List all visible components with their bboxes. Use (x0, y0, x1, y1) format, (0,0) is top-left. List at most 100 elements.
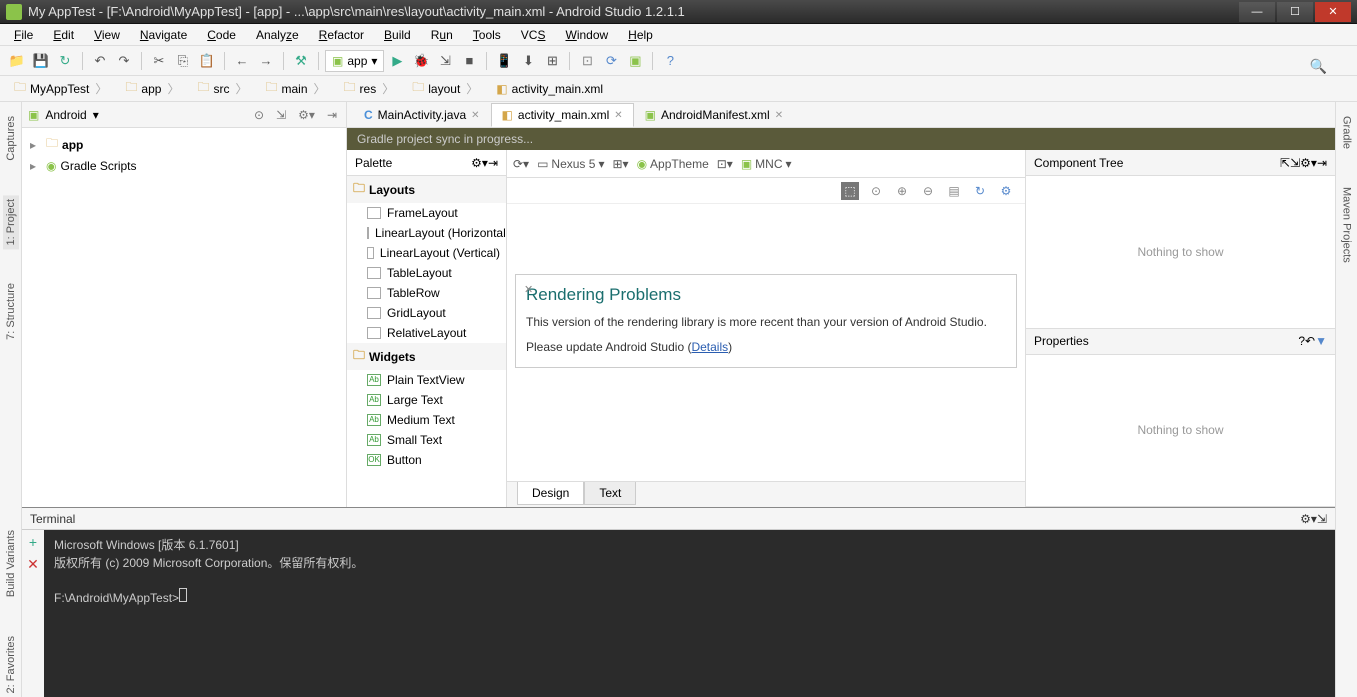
structure-icon[interactable]: ⊡ (576, 50, 598, 72)
rail-favorites[interactable]: 2: Favorites (3, 632, 19, 697)
palette-item[interactable]: TableLayout (347, 263, 506, 283)
details-link[interactable]: Details (691, 340, 728, 354)
menu-analyze[interactable]: Analyze (248, 26, 307, 44)
gear-icon[interactable]: ⚙▾ (1300, 512, 1317, 526)
crumb-layout[interactable]: 🗀layout〉 (404, 76, 486, 101)
scroll-from-source-icon[interactable]: ⊙ (251, 108, 267, 122)
config-icon[interactable]: ⊞▾ (612, 157, 628, 171)
back-icon[interactable]: ← (231, 50, 253, 72)
hide-icon[interactable]: ⇥ (488, 156, 498, 170)
close-icon[interactable]: ✕ (471, 110, 479, 121)
tab-manifest[interactable]: ▣AndroidManifest.xml✕ (634, 103, 794, 127)
menu-file[interactable]: File (6, 26, 41, 44)
clipboard-icon[interactable]: ▤ (945, 182, 963, 200)
gear-icon[interactable]: ⚙▾ (295, 108, 318, 122)
menu-window[interactable]: Window (557, 26, 616, 44)
expand-arrow-icon[interactable]: ▸ (30, 138, 42, 152)
crumb-res[interactable]: 🗀res〉 (336, 76, 403, 101)
gear-icon[interactable]: ⚙ (997, 182, 1015, 200)
rail-maven[interactable]: Maven Projects (1339, 183, 1355, 267)
select-tool-icon[interactable]: ⬚ (841, 182, 859, 200)
orientation-icon[interactable]: ⟳▾ (513, 157, 529, 171)
rail-build-variants[interactable]: Build Variants (3, 526, 19, 601)
rail-captures[interactable]: Captures (3, 112, 19, 165)
make-icon[interactable]: ⚒ (290, 50, 312, 72)
forward-icon[interactable]: → (255, 50, 277, 72)
undo-icon[interactable]: ↶ (1305, 334, 1315, 348)
menu-navigate[interactable]: Navigate (132, 26, 195, 44)
redo-icon[interactable]: ↷ (113, 50, 135, 72)
design-tab[interactable]: Design (517, 482, 584, 505)
palette-item[interactable]: AbLarge Text (347, 390, 506, 410)
search-icon[interactable]: 🔍 (1310, 58, 1327, 75)
android-monitor-icon[interactable]: ▣ (624, 50, 646, 72)
tab-mainactivity[interactable]: CMainActivity.java✕ (353, 103, 491, 127)
expand-icon[interactable]: ⇱ (1280, 156, 1290, 170)
expand-arrow-icon[interactable]: ▸ (30, 159, 42, 173)
palette-item[interactable]: OKButton (347, 450, 506, 470)
close-icon[interactable]: ✕ (27, 556, 39, 573)
locale-icon[interactable]: ⊡▾ (717, 157, 733, 171)
hide-icon[interactable]: ⇥ (324, 108, 340, 122)
avd-icon[interactable]: 📱 (493, 50, 515, 72)
terminal-content[interactable]: Microsoft Windows [版本 6.1.7601] 版权所有 (c)… (44, 530, 1335, 697)
palette-item[interactable]: TableRow (347, 283, 506, 303)
design-canvas[interactable]: ✕ Rendering Problems This version of the… (507, 204, 1025, 481)
hide-icon[interactable]: ⇲ (1317, 512, 1327, 526)
paste-icon[interactable]: 📋 (196, 50, 218, 72)
menu-edit[interactable]: Edit (45, 26, 82, 44)
collapse-icon[interactable]: ⇲ (1290, 156, 1300, 170)
device-selector[interactable]: ▭ Nexus 5▾ (537, 157, 604, 171)
crumb-file[interactable]: ◧activity_main.xml (488, 80, 611, 98)
close-icon[interactable]: ✕ (775, 110, 783, 121)
filter-icon[interactable]: ▼ (1315, 334, 1327, 348)
minimize-button[interactable]: — (1239, 2, 1275, 22)
add-icon[interactable]: + (29, 534, 37, 550)
gear-icon[interactable]: ⚙▾ (471, 156, 488, 170)
palette-item[interactable]: FrameLayout (347, 203, 506, 223)
help-icon[interactable]: ? (659, 50, 681, 72)
menu-code[interactable]: Code (199, 26, 244, 44)
menu-refactor[interactable]: Refactor (311, 26, 372, 44)
crumb-project[interactable]: 🗀MyAppTest〉 (6, 76, 115, 101)
menu-tools[interactable]: Tools (465, 26, 509, 44)
tree-item-gradle[interactable]: ▸ ◉ Gradle Scripts (26, 157, 342, 175)
rail-project[interactable]: 1: Project (3, 195, 19, 249)
text-tab[interactable]: Text (584, 482, 636, 505)
sync-icon[interactable]: ↻ (54, 50, 76, 72)
hide-icon[interactable]: ⇥ (1317, 156, 1327, 170)
project-view-mode[interactable]: Android (45, 108, 86, 122)
palette-item[interactable]: LinearLayout (Horizontal) (347, 223, 506, 243)
palette-item[interactable]: AbMedium Text (347, 410, 506, 430)
palette-item[interactable]: LinearLayout (Vertical) (347, 243, 506, 263)
close-icon[interactable]: ✕ (614, 110, 622, 121)
zoom-out-icon[interactable]: ⊖ (919, 182, 937, 200)
undo-icon[interactable]: ↶ (89, 50, 111, 72)
attach-icon[interactable]: ⇲ (434, 50, 456, 72)
menu-vcs[interactable]: VCS (513, 26, 554, 44)
menu-run[interactable]: Run (423, 26, 461, 44)
zoom-in-icon[interactable]: ⊕ (893, 182, 911, 200)
tab-activity-main[interactable]: ◧activity_main.xml✕ (491, 103, 634, 127)
api-selector[interactable]: ▣ MNC▾ (741, 157, 792, 171)
close-icon[interactable]: ✕ (524, 281, 533, 300)
stop-icon[interactable]: ■ (458, 50, 480, 72)
run-icon[interactable]: ▶ (386, 50, 408, 72)
sync-gradle-icon[interactable]: ⟳ (600, 50, 622, 72)
ddms-icon[interactable]: ⊞ (541, 50, 563, 72)
crumb-main[interactable]: 🗀main〉 (257, 76, 333, 101)
help-icon[interactable]: ? (1298, 334, 1305, 348)
rail-gradle[interactable]: Gradle (1339, 112, 1355, 153)
palette-group-widgets[interactable]: 🗀Widgets (347, 343, 506, 370)
palette-item[interactable]: AbPlain TextView (347, 370, 506, 390)
zoom-actual-icon[interactable]: ⊙ (867, 182, 885, 200)
cut-icon[interactable]: ✂ (148, 50, 170, 72)
rail-structure[interactable]: 7: Structure (3, 279, 19, 344)
chevron-down-icon[interactable]: ▾ (93, 108, 99, 122)
close-button[interactable]: ✕ (1315, 2, 1351, 22)
refresh-icon[interactable]: ↻ (971, 182, 989, 200)
palette-group-layouts[interactable]: 🗀Layouts (347, 176, 506, 203)
gear-icon[interactable]: ⚙▾ (1300, 156, 1317, 170)
run-config-selector[interactable]: ▣ app ▾ (325, 50, 384, 72)
debug-icon[interactable]: 🐞 (410, 50, 432, 72)
